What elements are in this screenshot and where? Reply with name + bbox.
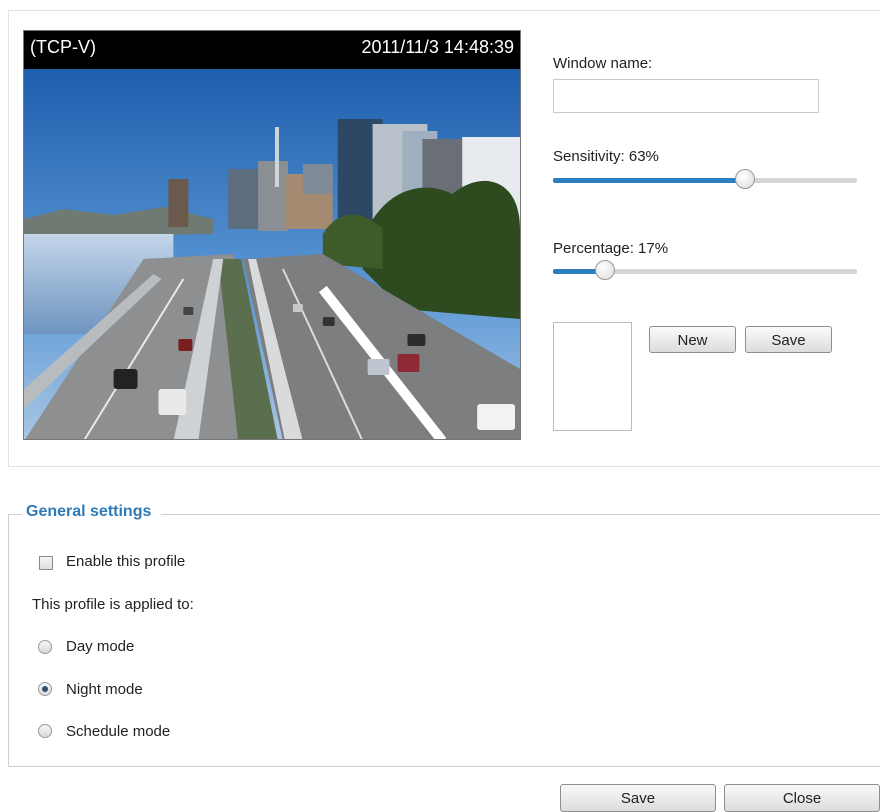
schedule-mode-radio[interactable]: [38, 724, 52, 738]
video-timestamp: 2011/11/3 14:48:39: [361, 37, 514, 57]
night-mode-radio[interactable]: [38, 682, 52, 696]
window-preview-box: [553, 322, 632, 431]
new-window-button[interactable]: New: [649, 326, 736, 353]
enable-profile-label[interactable]: Enable this profile: [66, 553, 185, 570]
save-window-button[interactable]: Save: [745, 326, 832, 353]
sensitivity-slider-handle[interactable]: [735, 169, 755, 189]
percentage-slider[interactable]: [553, 259, 857, 283]
night-mode-label[interactable]: Night mode: [66, 681, 143, 698]
schedule-mode-label[interactable]: Schedule mode: [66, 723, 170, 740]
sensitivity-label: Sensitivity: 63%: [553, 148, 659, 165]
window-name-input[interactable]: [553, 79, 819, 113]
stream-label: (TCP-V): [30, 37, 96, 57]
save-button[interactable]: Save: [560, 784, 716, 812]
close-button[interactable]: Close: [724, 784, 880, 812]
day-mode-label[interactable]: Day mode: [66, 638, 134, 655]
camera-scene-image: [24, 69, 520, 439]
percentage-label: Percentage: 17%: [553, 240, 669, 257]
applied-to-label: This profile is applied to:: [32, 596, 194, 613]
percentage-slider-handle[interactable]: [595, 260, 615, 280]
day-mode-radio[interactable]: [38, 640, 52, 654]
general-settings-title: General settings: [22, 503, 162, 521]
live-video-view: (TCP-V) 2011/11/3 14:48:39: [23, 30, 521, 440]
sensitivity-slider[interactable]: [553, 168, 857, 192]
window-name-label: Window name:: [553, 55, 653, 72]
sensitivity-fill: [553, 178, 745, 183]
enable-profile-checkbox[interactable]: [39, 556, 53, 570]
video-osd-bar: (TCP-V) 2011/11/3 14:48:39: [24, 31, 520, 63]
